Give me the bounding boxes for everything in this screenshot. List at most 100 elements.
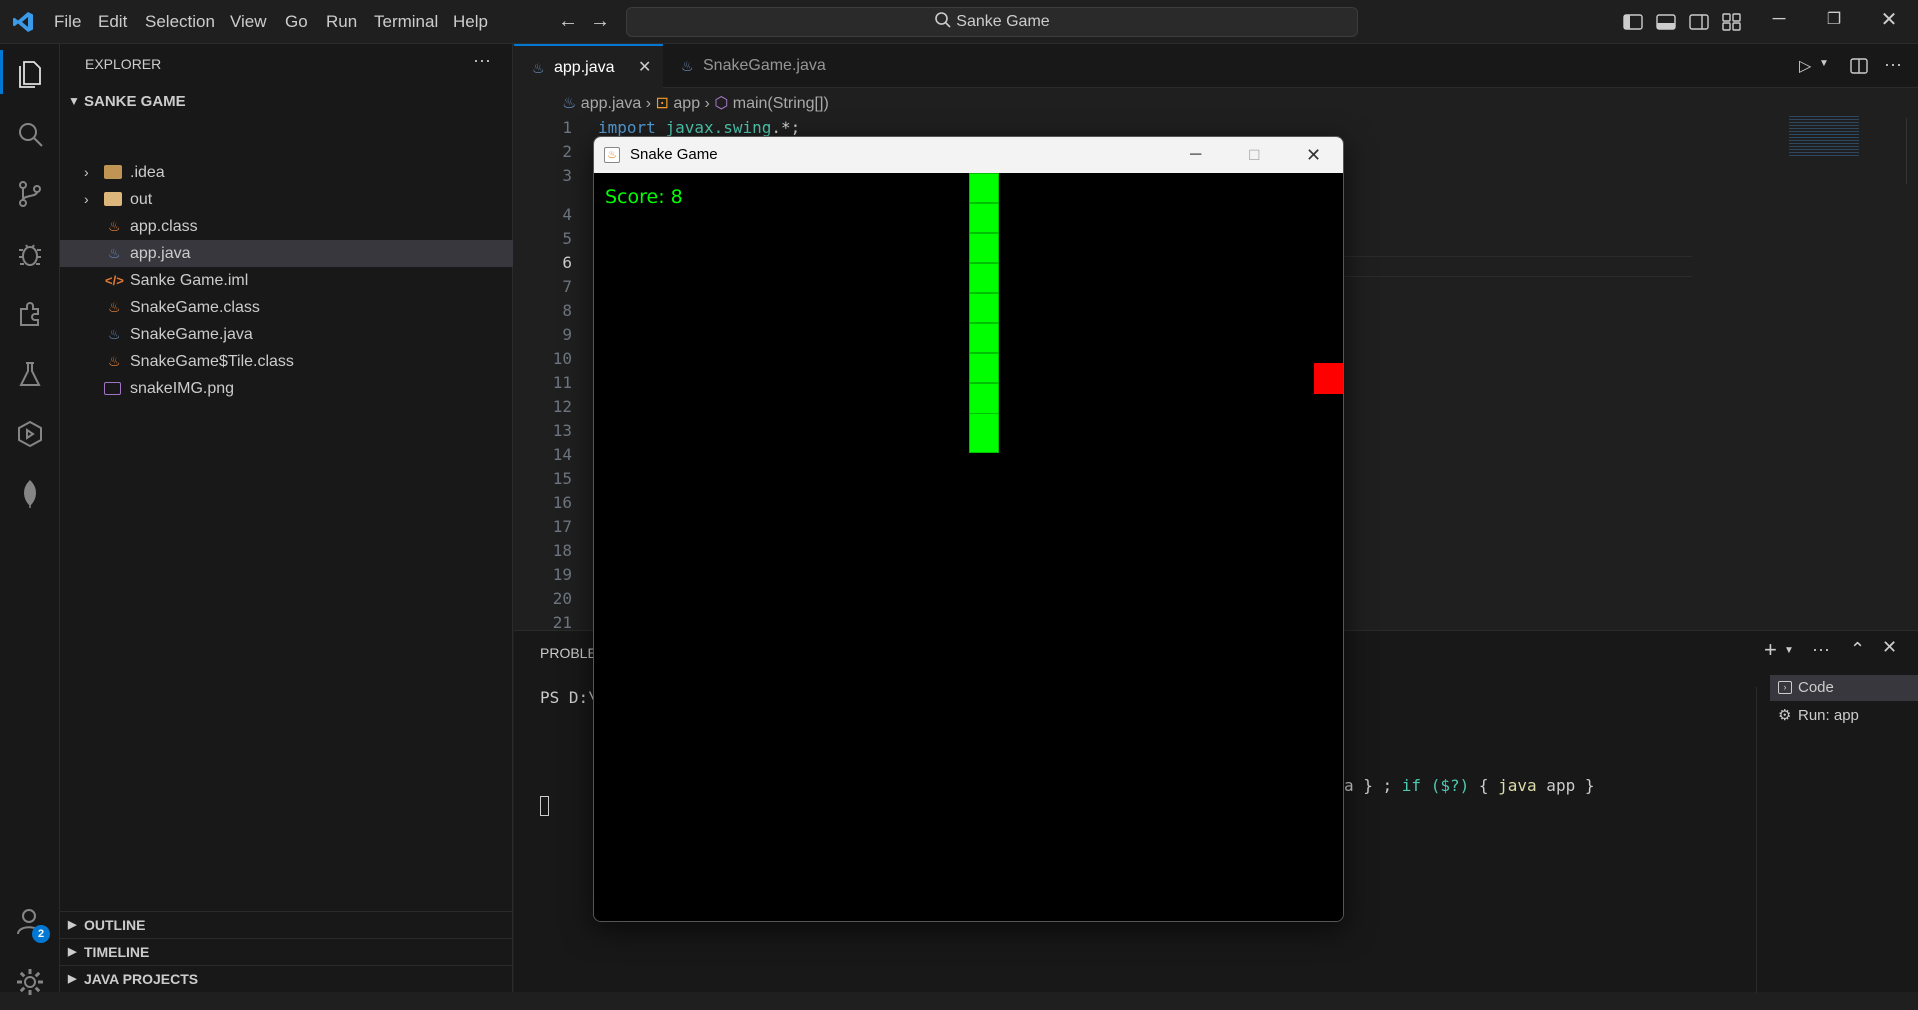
search-activity-icon[interactable] xyxy=(0,106,60,162)
tree-item-iml[interactable]: </> Sanke Game.iml xyxy=(60,267,513,294)
split-editor-icon[interactable] xyxy=(1850,57,1868,80)
line-number: 11 xyxy=(552,373,572,392)
run-debug-icon[interactable] xyxy=(0,226,60,282)
customize-layout-icon[interactable] xyxy=(1722,13,1742,36)
toggle-panel-icon[interactable] xyxy=(1656,13,1676,36)
image-file-icon xyxy=(104,382,121,395)
terminal-icon: › xyxy=(1778,681,1792,694)
tab-label: SnakeGame.java xyxy=(703,57,826,74)
line-number: 2 xyxy=(562,142,572,161)
chevron-right-icon: › xyxy=(704,95,715,112)
menu-run[interactable]: Run xyxy=(326,0,357,44)
tree-item-snakegame-java[interactable]: ♨ SnakeGame.java xyxy=(60,321,513,348)
back-arrow-icon[interactable]: ← xyxy=(556,10,580,33)
tree-item-snakegame-class[interactable]: ♨ SnakeGame.class xyxy=(60,294,513,321)
command-center-search[interactable]: Sanke Game xyxy=(626,7,1358,37)
game-canvas[interactable]: Score: 8 xyxy=(594,173,1343,921)
tree-item-idea[interactable]: › .idea xyxy=(60,159,513,186)
search-icon xyxy=(935,12,951,28)
line-number: 19 xyxy=(552,565,572,584)
forward-arrow-icon[interactable]: → xyxy=(588,10,612,33)
terminal-item-run-app[interactable]: ⚙ Run: app xyxy=(1770,703,1918,729)
breadcrumb-class[interactable]: app xyxy=(673,95,700,112)
game-window-titlebar[interactable]: ♨ Snake Game ─ ☐ ✕ xyxy=(594,137,1343,173)
close-window-icon[interactable]: ✕ xyxy=(1875,7,1903,32)
tree-item-app-java[interactable]: ♨ app.java xyxy=(60,240,513,267)
snake-game-window[interactable]: ♨ Snake Game ─ ☐ ✕ Score: 8 xyxy=(593,136,1344,922)
breadcrumb-method[interactable]: main(String[]) xyxy=(733,95,829,112)
java-file-icon: ♨ xyxy=(562,95,577,112)
accounts-badge: 2 xyxy=(32,925,50,943)
section-java-projects[interactable]: ▶ JAVA PROJECTS xyxy=(60,965,513,992)
game-window-title: Snake Game xyxy=(630,146,718,163)
menu-terminal[interactable]: Terminal xyxy=(374,0,438,44)
tree-item-tile-class[interactable]: ♨ SnakeGame$Tile.class xyxy=(60,348,513,375)
chevron-right-icon: ▶ xyxy=(68,919,77,931)
snake-segment xyxy=(969,323,999,353)
tree-item-out[interactable]: › out xyxy=(60,186,513,213)
tab-app-java[interactable]: ♨ app.java ✕ xyxy=(514,44,663,88)
chevron-right-icon: ▶ xyxy=(68,946,77,958)
more-actions-icon[interactable]: ··· xyxy=(1812,639,1830,660)
explorer-icon[interactable] xyxy=(0,46,60,102)
maximize-panel-icon[interactable]: ⌃ xyxy=(1850,639,1865,660)
chevron-down-icon[interactable]: ▼ xyxy=(1784,645,1794,656)
tab-snakegame-java[interactable]: ♨ SnakeGame.java xyxy=(663,44,848,88)
snake-segment xyxy=(969,293,999,323)
testing-icon[interactable] xyxy=(0,346,60,402)
tree-item-snakeimg[interactable]: snakeIMG.png xyxy=(60,375,513,402)
explorer-title: EXPLORER xyxy=(85,56,162,72)
menu-help[interactable]: Help xyxy=(453,0,488,44)
editor-tabs: ♨ app.java ✕ ♨ SnakeGame.java ▷ ▼ ··· xyxy=(514,44,1918,88)
menu-selection[interactable]: Selection xyxy=(145,0,215,44)
line-number: 9 xyxy=(562,325,572,344)
accounts-icon[interactable]: 2 xyxy=(0,894,60,950)
line-number: 16 xyxy=(552,493,572,512)
section-label: OUTLINE xyxy=(84,917,146,933)
tree-item-app-class[interactable]: ♨ app.class xyxy=(60,213,513,240)
section-timeline[interactable]: ▶ TIMELINE xyxy=(60,938,513,965)
menu-view[interactable]: View xyxy=(230,0,267,44)
mongodb-leaf-icon[interactable] xyxy=(0,466,60,522)
extensions-icon[interactable] xyxy=(0,286,60,342)
close-icon[interactable]: ✕ xyxy=(1306,137,1321,173)
tree-item-label: Sanke Game.iml xyxy=(130,272,249,289)
project-root[interactable]: ▼ SANKE GAME xyxy=(60,88,513,115)
more-actions-icon[interactable]: ··· xyxy=(1884,54,1902,75)
line-number: 1 xyxy=(562,118,572,137)
restore-icon[interactable]: ❐ xyxy=(1820,9,1848,29)
line-number: 3 xyxy=(562,166,572,185)
remote-explorer-icon[interactable] xyxy=(0,406,60,462)
toggle-sidebar-icon[interactable] xyxy=(1623,13,1643,36)
breadcrumb-file[interactable]: app.java xyxy=(581,95,642,112)
line-number: 5 xyxy=(562,229,572,248)
more-actions-icon[interactable]: ··· xyxy=(473,50,491,71)
menu-file[interactable]: File xyxy=(54,0,81,44)
section-outline[interactable]: ▶ OUTLINE xyxy=(60,911,513,938)
source-control-icon[interactable] xyxy=(0,166,60,222)
terminal-item-code[interactable]: Code › xyxy=(1770,675,1918,701)
close-panel-icon[interactable]: ✕ xyxy=(1882,637,1897,658)
run-play-icon[interactable]: ▷ xyxy=(1799,56,1811,76)
menu-go[interactable]: Go xyxy=(285,0,308,44)
minimap[interactable] xyxy=(1789,114,1859,158)
settings-gear-icon[interactable] xyxy=(0,954,60,1010)
cmd-var: ($?) xyxy=(1430,776,1470,795)
line-number: 8 xyxy=(562,301,572,320)
chevron-down-icon[interactable]: ▼ xyxy=(1819,58,1829,69)
menu-edit[interactable]: Edit xyxy=(98,0,127,44)
tree-item-label: SnakeGame$Tile.class xyxy=(130,353,294,370)
maximize-icon[interactable]: ☐ xyxy=(1248,137,1261,173)
tree-item-label: snakeIMG.png xyxy=(130,380,235,397)
line-number: 15 xyxy=(552,469,572,488)
snake-segment xyxy=(969,173,999,203)
tree-item-label: SnakeGame.java xyxy=(130,326,253,343)
toggle-secondary-sidebar-icon[interactable] xyxy=(1689,13,1709,36)
scrollbar[interactable] xyxy=(1906,118,1918,184)
minimize-icon[interactable]: ─ xyxy=(1190,137,1201,173)
close-tab-icon[interactable]: ✕ xyxy=(638,46,651,90)
minimize-icon[interactable]: ─ xyxy=(1765,8,1793,29)
tree-item-label: app.java xyxy=(130,245,191,262)
snake-segment xyxy=(969,233,999,263)
new-terminal-plus-icon[interactable]: + xyxy=(1764,637,1777,663)
